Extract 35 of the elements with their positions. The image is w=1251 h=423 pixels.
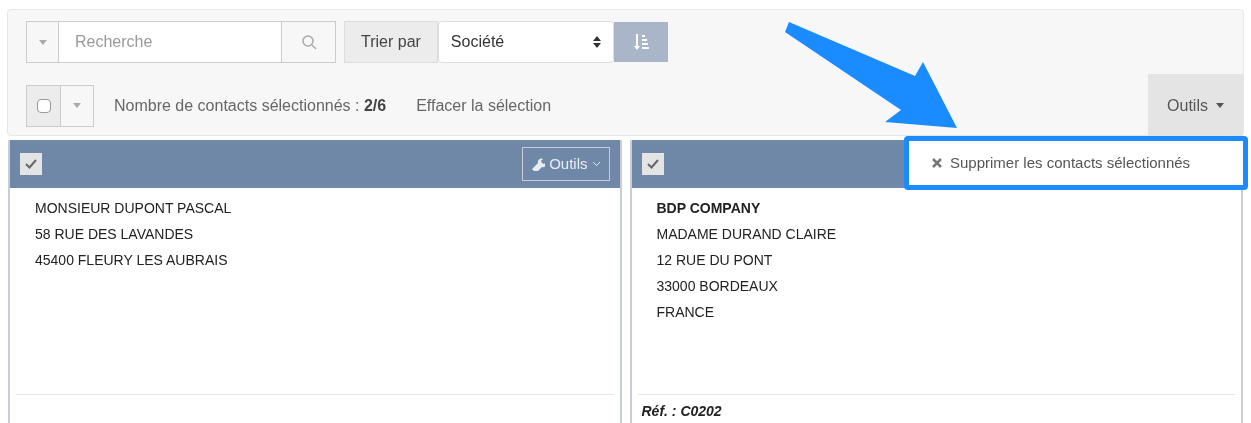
select-all-checkbox[interactable] <box>36 98 51 113</box>
address-line: MONSIEUR DUPONT PASCAL <box>35 199 233 218</box>
search-bar[interactable]: Recherche <box>26 21 336 63</box>
caret-icon <box>1215 103 1224 108</box>
checkbox[interactable] <box>641 153 664 175</box>
sort-order-button[interactable] <box>613 22 668 62</box>
address-line: 12 RUE DU PONT <box>656 251 774 270</box>
sort-select[interactable]: Société <box>437 21 614 63</box>
updown-icon <box>592 35 601 49</box>
address-line: BDP COMPANY <box>656 199 762 218</box>
caret-icon <box>38 39 47 45</box>
address-line: MADAME DURAND CLAIRE <box>656 225 838 244</box>
selection-count: Nombre de contacts sélectionnés : 2/6 <box>114 95 387 116</box>
sort-label: Trier par <box>344 21 438 63</box>
address-line: 45400 FLEURY LES AUBRAIS <box>35 251 229 270</box>
clear-selection-link[interactable]: Effacer la sélection <box>416 93 552 118</box>
address-line: FRANCE <box>656 303 716 322</box>
reference-text: Réf. : C0202 <box>641 402 722 421</box>
wrench-icon <box>531 157 546 171</box>
address-line: 58 RUE DES LAVANDES <box>35 225 195 244</box>
search-field[interactable]: Recherche <box>59 22 281 62</box>
menu-item[interactable]: Supprimer les contacts sélectionnés <box>912 144 1240 182</box>
dropdown-button[interactable] <box>27 22 59 62</box>
tools-button[interactable]: Outils <box>1148 74 1243 137</box>
search-button[interactable] <box>281 22 335 62</box>
address-line: 33000 BORDEAUX <box>656 277 779 296</box>
sort-icon <box>631 33 650 51</box>
card-tools-button[interactable]: Outils <box>522 147 610 181</box>
check-icon <box>645 158 660 170</box>
check-icon <box>24 158 38 170</box>
search-icon <box>300 34 317 50</box>
chevron-icon <box>591 161 601 167</box>
close-icon <box>932 158 942 168</box>
checkbox[interactable] <box>20 153 42 175</box>
caret-icon <box>73 103 81 108</box>
